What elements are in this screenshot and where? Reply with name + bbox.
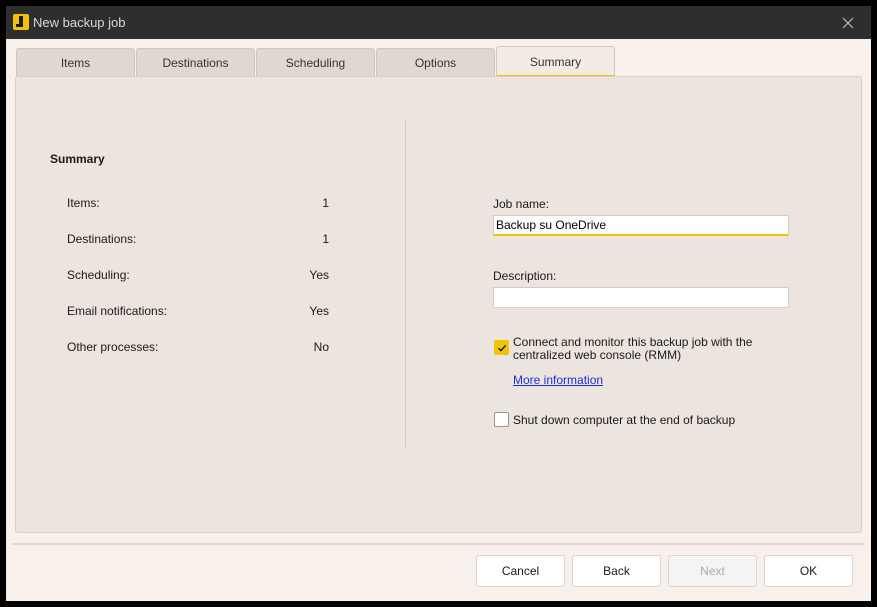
summary-row-value: Yes [309, 268, 329, 282]
summary-row-value: Yes [309, 304, 329, 318]
checkmark-icon [498, 344, 507, 352]
job-name-input[interactable]: Backup su OneDrive [493, 215, 789, 236]
summary-row-label: Email notifications: [67, 304, 168, 318]
summary-row-value: 1 [322, 196, 329, 210]
rmm-checkbox[interactable] [494, 340, 509, 355]
more-information-link[interactable]: More information [513, 373, 603, 387]
close-icon [842, 17, 854, 29]
back-button[interactable]: Back [572, 555, 661, 587]
summary-heading: Summary [50, 152, 105, 166]
tab-options[interactable]: Options [376, 48, 495, 76]
summary-row-destinations: Destinations: 1 [67, 232, 329, 248]
tab-destinations[interactable]: Destinations [136, 48, 255, 76]
close-button[interactable] [825, 6, 871, 39]
shutdown-checkbox[interactable] [494, 412, 509, 427]
description-label: Description: [493, 269, 557, 283]
title-bar: New backup job [6, 6, 871, 39]
rmm-checkbox-label: Connect and monitor this backup job with… [513, 335, 753, 362]
vertical-divider [405, 120, 406, 448]
summary-panel: Summary Items: 1 Destinations: 1 Schedul… [15, 76, 862, 533]
footer-divider [12, 543, 865, 545]
summary-row-other-processes: Other processes: No [67, 340, 329, 356]
description-input[interactable] [493, 287, 789, 308]
tab-items[interactable]: Items [16, 48, 135, 76]
summary-row-label: Other processes: [67, 340, 159, 354]
summary-row-items: Items: 1 [67, 196, 329, 212]
window-title: New backup job [33, 15, 126, 30]
summary-row-label: Scheduling: [67, 268, 130, 282]
ok-button[interactable]: OK [764, 555, 853, 587]
summary-row-label: Items: [67, 196, 100, 210]
summary-row-email-notifications: Email notifications: Yes [67, 304, 329, 320]
tab-bar: Items Destinations Scheduling Options Su… [16, 46, 626, 77]
cancel-button[interactable]: Cancel [476, 555, 565, 587]
summary-row-value: 1 [322, 232, 329, 246]
shutdown-checkbox-label: Shut down computer at the end of backup [513, 413, 736, 427]
summary-row-value: No [313, 340, 329, 354]
job-name-label: Job name: [493, 197, 550, 211]
next-button[interactable]: Next [668, 555, 757, 587]
summary-row-scheduling: Scheduling: Yes [67, 268, 329, 284]
tab-scheduling[interactable]: Scheduling [256, 48, 375, 76]
tab-summary[interactable]: Summary [496, 46, 615, 77]
new-backup-job-window: New backup job Items Destinations Schedu… [6, 6, 871, 601]
summary-row-label: Destinations: [67, 232, 137, 246]
app-logo-icon [13, 14, 29, 30]
